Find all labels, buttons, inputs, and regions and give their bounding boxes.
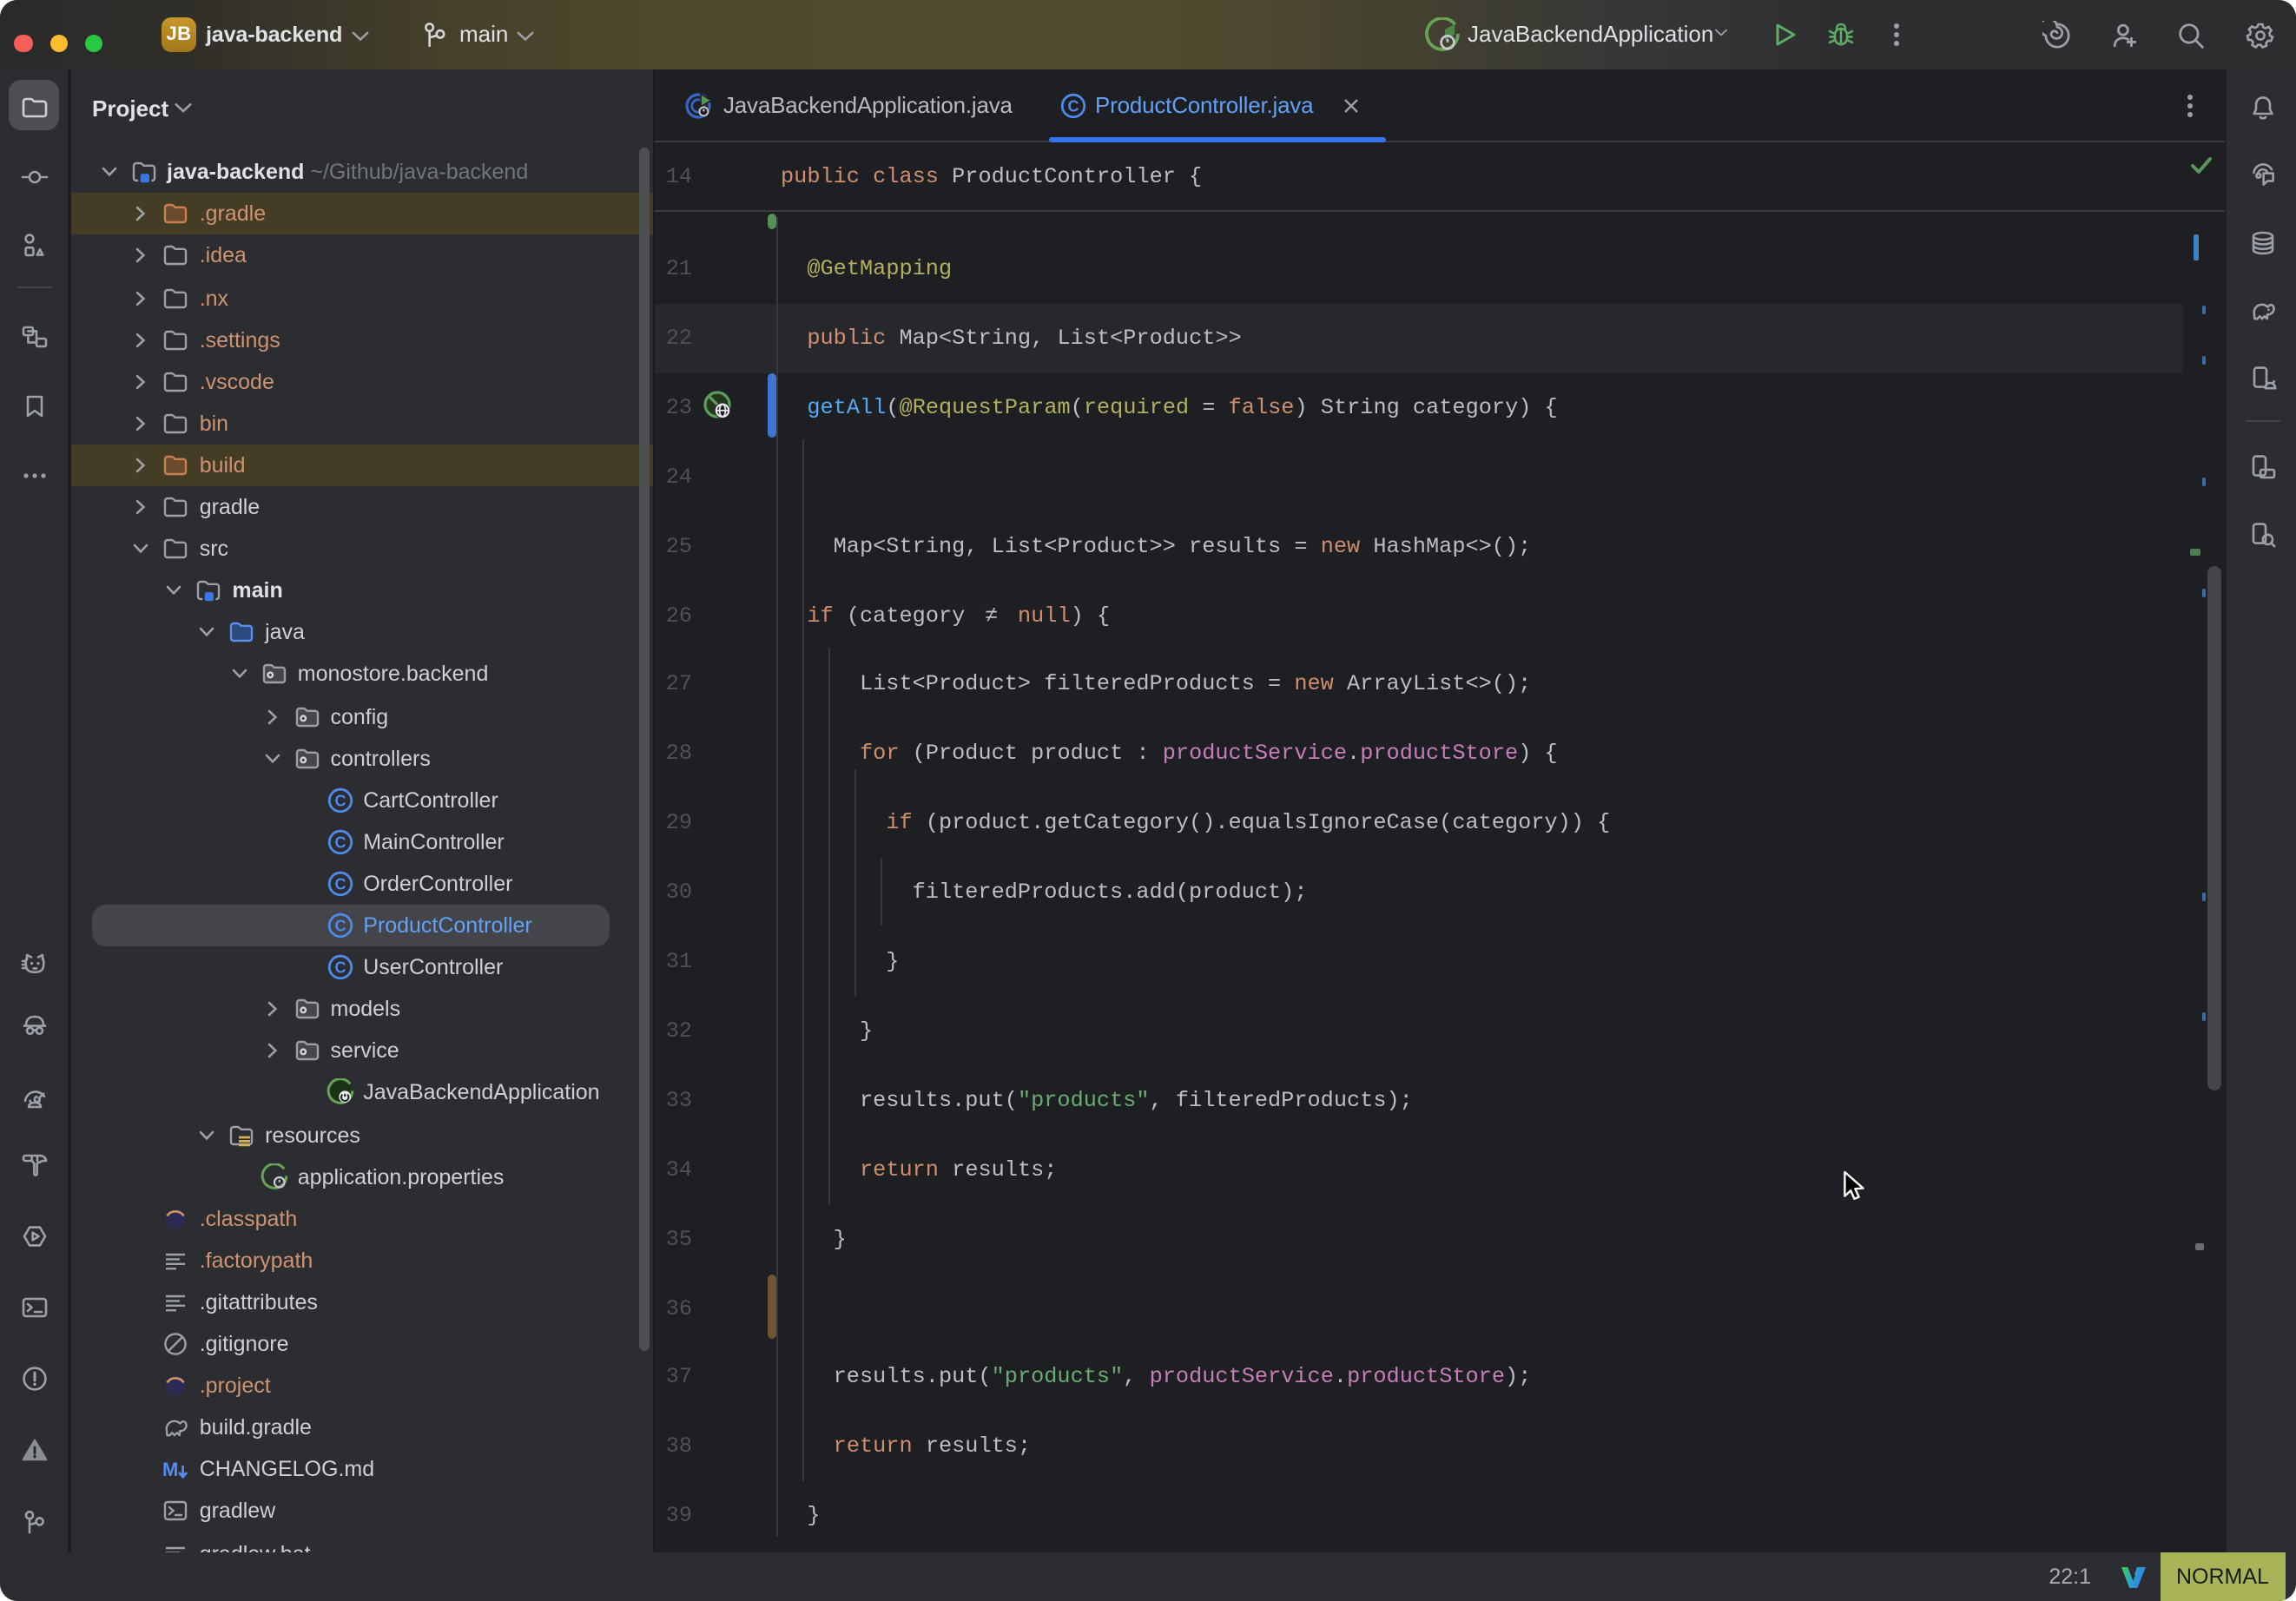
svg-text:C: C	[334, 792, 346, 809]
svg-text:C: C	[334, 875, 346, 893]
svg-text:C: C	[1067, 97, 1079, 115]
svg-text:C: C	[334, 959, 346, 977]
svg-text:M: M	[163, 1459, 179, 1481]
svg-text:C: C	[334, 833, 346, 851]
svg-text:C: C	[334, 918, 346, 935]
